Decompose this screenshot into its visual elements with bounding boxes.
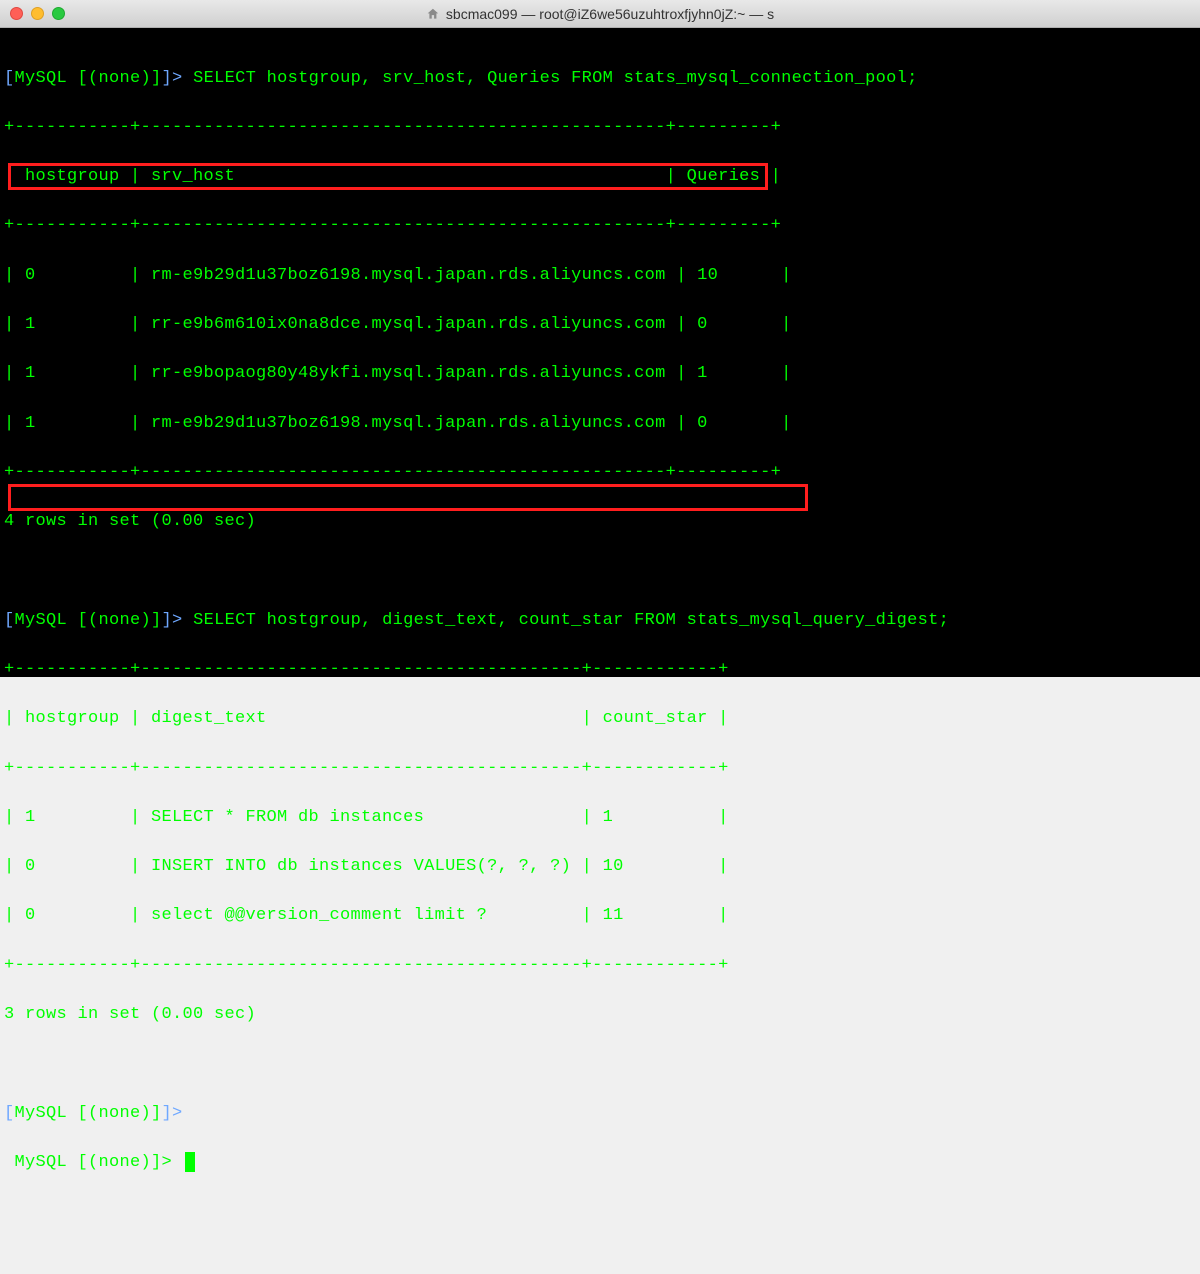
t1-sep-top: +-----------+---------------------------… <box>4 116 1196 141</box>
t1-sep-mid: +-----------+---------------------------… <box>4 214 1196 239</box>
prompt-label: MySQL [(none)] <box>15 611 162 630</box>
t1-sep-bot: +-----------+---------------------------… <box>4 461 1196 486</box>
window-titlebar: sbcmac099 — root@iZ6we56uzuhtroxfjyhn0jZ… <box>0 0 1200 28</box>
maximize-button[interactable] <box>52 7 65 20</box>
window-title: sbcmac099 — root@iZ6we56uzuhtroxfjyhn0jZ… <box>426 6 774 22</box>
t2-sep-bot: +-----------+---------------------------… <box>4 954 1196 979</box>
minimize-button[interactable] <box>31 7 44 20</box>
t2-header: | hostgroup | digest_text | count_star | <box>4 707 1196 732</box>
traffic-lights <box>10 7 65 20</box>
t2-sep-top: +-----------+---------------------------… <box>4 658 1196 683</box>
prompt-arrow: ]> <box>162 611 194 630</box>
prompt-label: MySQL [(none)] <box>15 69 162 88</box>
cursor-block <box>185 1152 195 1172</box>
highlight-box-2 <box>8 484 808 511</box>
t1-row-2: | 1 | rr-e9bopaog80y48ykfi.mysql.japan.r… <box>4 362 1196 387</box>
prompt-label: MySQL [(none)] <box>15 1104 162 1123</box>
t2-row-1: | 0 | INSERT INTO db instances VALUES(?,… <box>4 855 1196 880</box>
t1-row-3: | 1 | rm-e9b29d1u37boz6198.mysql.japan.r… <box>4 412 1196 437</box>
t2-row-0: | 1 | SELECT * FROM db instances | 1 | <box>4 806 1196 831</box>
prompt-bracket-open: [ <box>4 69 15 88</box>
t2-row-2: | 0 | select @@version_comment limit ? |… <box>4 904 1196 929</box>
query-2: SELECT hostgroup, digest_text, count_sta… <box>193 611 949 630</box>
t1-header: | hostgroup | srv_host | Queries | <box>4 165 1196 190</box>
prompt-arrow: ]> <box>162 69 194 88</box>
t1-footer: 4 rows in set (0.00 sec) <box>4 510 1196 535</box>
prompt-bracket-open: [ <box>4 1104 15 1123</box>
terminal-output[interactable]: [MySQL [(none)]]> SELECT hostgroup, srv_… <box>0 28 1200 677</box>
prompt-bracket-open: [ <box>4 611 15 630</box>
t2-footer: 3 rows in set (0.00 sec) <box>4 1003 1196 1028</box>
t1-row-0: | 0 | rm-e9b29d1u37boz6198.mysql.japan.r… <box>4 264 1196 289</box>
t1-row-1: | 1 | rr-e9b6m610ix0na8dce.mysql.japan.r… <box>4 313 1196 338</box>
window-title-text: sbcmac099 — root@iZ6we56uzuhtroxfjyhn0jZ… <box>446 6 774 22</box>
prompt-label-nobr: MySQL [(none)]> <box>4 1153 183 1172</box>
home-icon <box>426 7 440 21</box>
close-button[interactable] <box>10 7 23 20</box>
t2-sep-mid: +-----------+---------------------------… <box>4 757 1196 782</box>
query-1: SELECT hostgroup, srv_host, Queries FROM… <box>193 69 918 88</box>
prompt-arrow: ]> <box>162 1104 194 1123</box>
